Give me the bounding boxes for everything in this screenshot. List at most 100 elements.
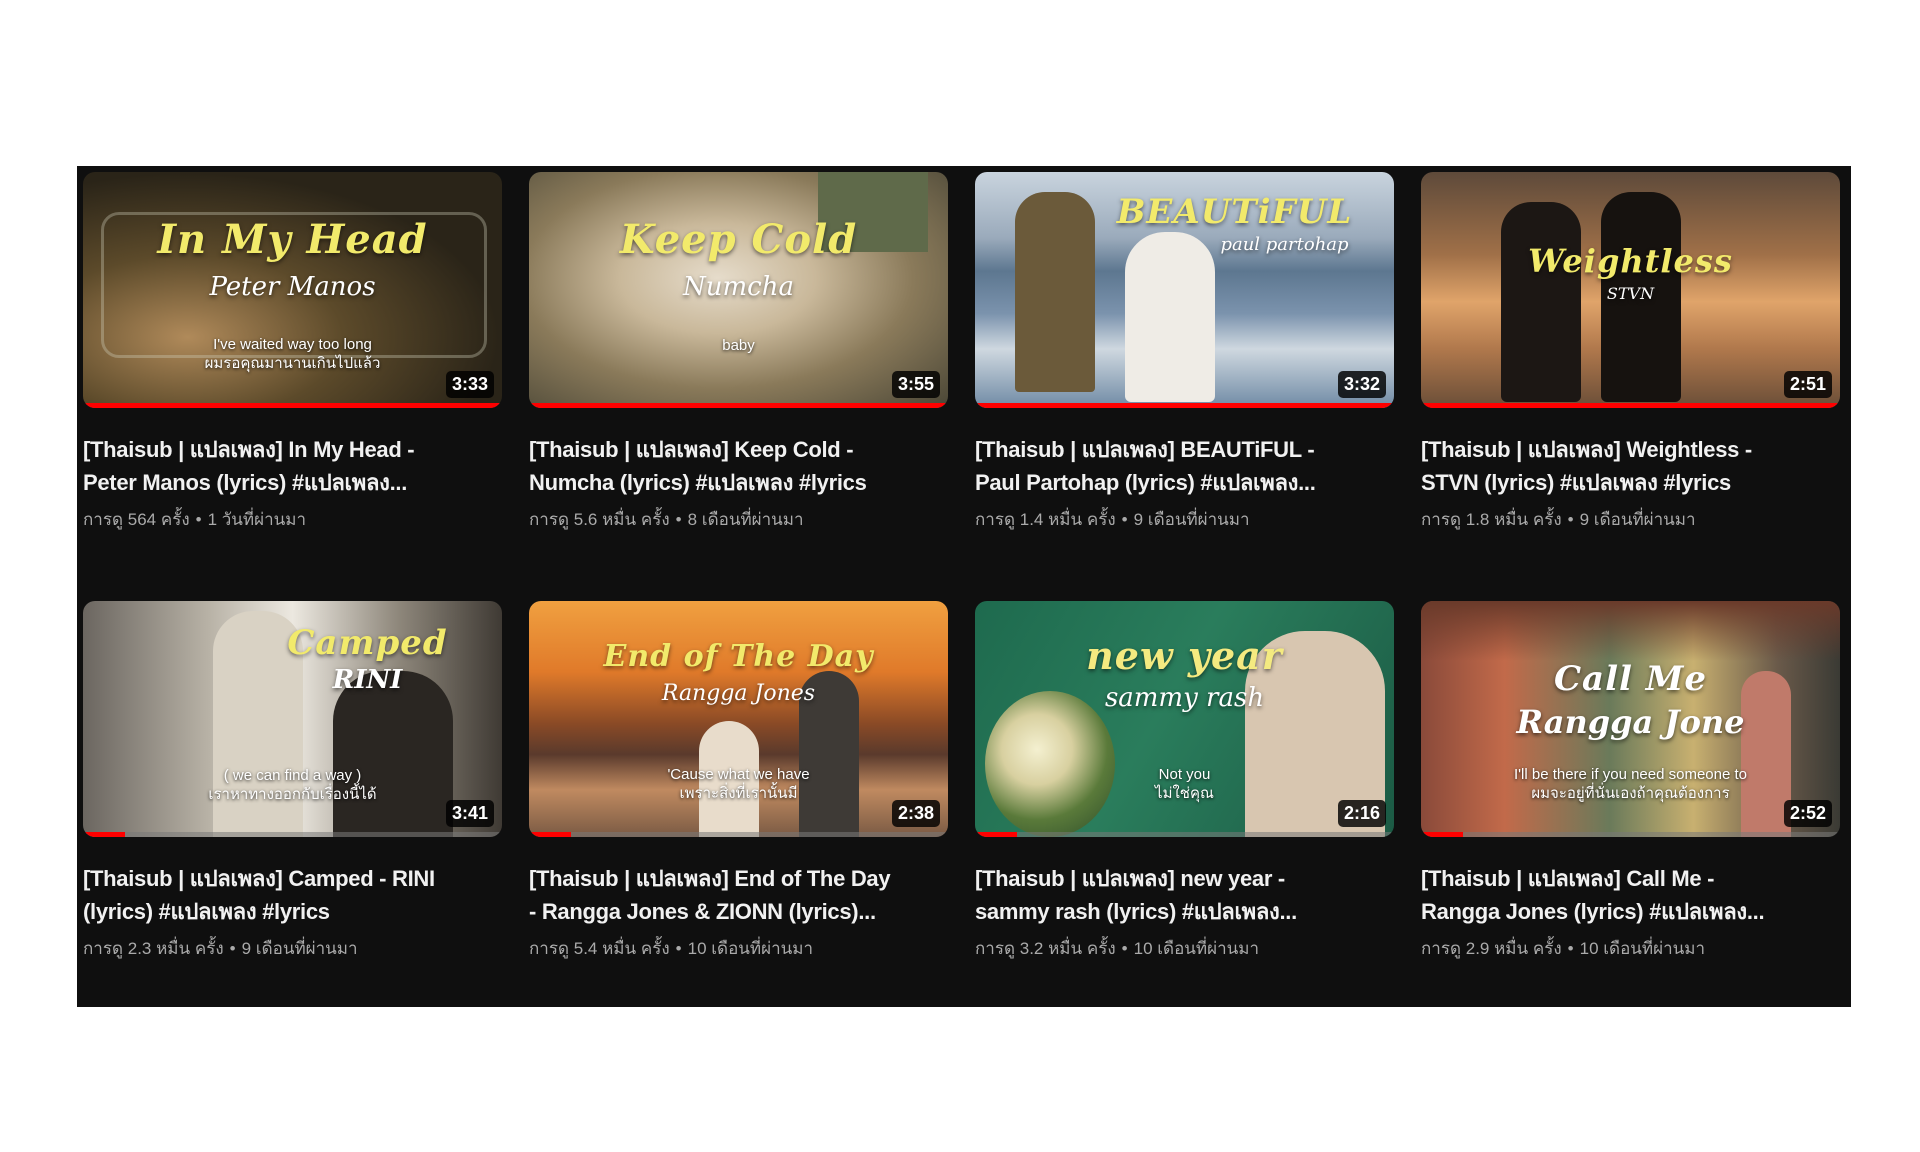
thumbnail-title-text: Camped [287,623,448,663]
video-card[interactable]: Keep Cold Numcha baby 3:55 [Thaisub | แป… [529,172,948,601]
video-title[interactable]: [Thaisub | แปลเพลง] End of The Day - Ran… [529,862,939,928]
video-title-line: [Thaisub | แปลเพลง] Keep Cold - [529,437,854,462]
video-title[interactable]: [Thaisub | แปลเพลง] new year - sammy ras… [975,862,1385,928]
watch-progress-bar [83,403,502,408]
upload-age: 10 เดือนที่ผ่านมา [687,939,814,958]
video-title-line: [Thaisub | แปลเพลง] End of The Day [529,866,891,891]
upload-age: 9 เดือนที่ผ่านมา [1133,510,1250,529]
thumbnail-artist-text: Numcha [683,272,794,302]
video-title-line: [Thaisub | แปลเพลง] Weightless - [1421,437,1752,462]
lyric-line: ไม่ใช่คุณ [1155,785,1214,802]
thumbnail-lyric: ( we can find a way ) เราหาทางออกกับเรื่… [83,766,502,804]
view-count: การดู 5.6 หมื่น ครั้ง [529,510,670,529]
upload-age: 10 เดือนที่ผ่านมา [1579,939,1706,958]
separator-dot: • [675,939,682,958]
lyric-line: เพราะสิ่งที่เรานั้นมี [679,785,798,802]
lyric-line: ( we can find a way ) [223,767,362,784]
thumbnail-title-text: End of The Day [603,639,874,674]
thumbnail-title-text: Weightless [1528,242,1733,280]
video-card[interactable]: Camped RINI ( we can find a way ) เราหาท… [83,601,502,1030]
thumbnail-lyric: 'Cause what we have เพราะสิ่งที่เรานั้นม… [529,765,948,803]
video-thumbnail[interactable]: Keep Cold Numcha baby 3:55 [529,172,948,408]
video-title[interactable]: [Thaisub | แปลเพลง] Camped - RINI (lyric… [83,862,493,928]
duration-badge: 3:55 [891,371,940,398]
thumbnail-title-text: new year [1086,633,1283,678]
thumbnail-artist-text: Rangga Jone [1516,703,1745,741]
video-grid-panel: In My Head Peter Manos I've waited way t… [77,166,1851,1007]
separator-dot: • [1121,939,1128,958]
video-title[interactable]: [Thaisub | แปลเพลง] BEAUTiFUL - Paul Par… [975,433,1385,499]
watch-progress-track [975,832,1394,837]
video-title[interactable]: [Thaisub | แปลเพลง] Call Me - Rangga Jon… [1421,862,1831,928]
video-thumbnail[interactable]: Camped RINI ( we can find a way ) เราหาท… [83,601,502,837]
duration-badge: 2:51 [1783,371,1832,398]
watch-progress-bar [83,832,125,837]
thumbnail-lyric: baby [529,336,948,355]
separator-dot: • [1567,510,1574,529]
video-title-line: [Thaisub | แปลเพลง] new year - [975,866,1285,891]
video-card[interactable]: new year sammy rash Not you ไม่ใช่คุณ 2:… [975,601,1394,1030]
lyric-line: I'll be there if you need someone to [1513,766,1747,783]
lyric-line: I've waited way too long [213,336,372,353]
video-thumbnail[interactable]: new year sammy rash Not you ไม่ใช่คุณ 2:… [975,601,1394,837]
video-title-line: STVN (lyrics) #แปลเพลง #lyrics [1421,470,1731,495]
view-count: การดู 1.4 หมื่น ครั้ง [975,510,1116,529]
duration-badge: 3:41 [445,800,494,827]
video-title[interactable]: [Thaisub | แปลเพลง] Keep Cold - Numcha (… [529,433,939,499]
watch-progress-bar [975,403,1394,408]
video-thumbnail[interactable]: End of The Day Rangga Jones 'Cause what … [529,601,948,837]
figure-shape [333,671,453,837]
duration-badge: 2:16 [1337,800,1386,827]
video-thumbnail[interactable]: BEAUTiFUL paul partohap 3:32 [975,172,1394,408]
video-title-line: Rangga Jones (lyrics) #แปลเพลง... [1421,899,1765,924]
view-count: การดู 3.2 หมื่น ครั้ง [975,939,1116,958]
thumbnail-artist-text: paul partohap [1220,234,1349,255]
video-title-line: [Thaisub | แปลเพลง] In My Head - [83,437,415,462]
video-grid: In My Head Peter Manos I've waited way t… [83,172,1840,1030]
video-title[interactable]: [Thaisub | แปลเพลง] In My Head - Peter M… [83,433,493,499]
upload-age: 1 วันที่ผ่านมา [207,510,307,529]
lyric-line: เราหาทางออกกับเรื่องนี้ได้ [208,786,377,803]
video-card[interactable]: In My Head Peter Manos I've waited way t… [83,172,502,601]
lyric-line: 'Cause what we have [667,766,810,783]
thumbnail-title-text: BEAUTiFUL [1116,192,1353,232]
video-card[interactable]: End of The Day Rangga Jones 'Cause what … [529,601,948,1030]
figure-shape [1125,232,1215,402]
separator-dot: • [229,939,236,958]
video-meta: การดู 3.2 หมื่น ครั้ง • 10 เดือนที่ผ่านมา [975,935,1394,962]
video-meta: การดู 564 ครั้ง • 1 วันที่ผ่านมา [83,506,502,533]
duration-badge: 2:38 [891,800,940,827]
video-title-line: Paul Partohap (lyrics) #แปลเพลง... [975,470,1316,495]
watch-progress-bar [529,403,948,408]
video-card[interactable]: BEAUTiFUL paul partohap 3:32 [Thaisub | … [975,172,1394,601]
upload-age: 8 เดือนที่ผ่านมา [687,510,804,529]
upload-age: 10 เดือนที่ผ่านมา [1133,939,1260,958]
video-title-line: [Thaisub | แปลเพลง] Camped - RINI [83,866,435,891]
duration-badge: 3:33 [445,371,494,398]
view-count: การดู 5.4 หมื่น ครั้ง [529,939,670,958]
video-title-line: [Thaisub | แปลเพลง] Call Me - [1421,866,1715,891]
thumbnail-title-text: Call Me [1553,659,1708,699]
video-title-line: Peter Manos (lyrics) #แปลเพลง... [83,470,408,495]
upload-age: 9 เดือนที่ผ่านมา [1579,510,1696,529]
video-meta: การดู 2.3 หมื่น ครั้ง • 9 เดือนที่ผ่านมา [83,935,502,962]
video-title-line: (lyrics) #แปลเพลง #lyrics [83,899,330,924]
video-thumbnail[interactable]: Call Me Rangga Jone I'll be there if you… [1421,601,1840,837]
thumbnail-lyric: Not you ไม่ใช่คุณ [975,765,1394,803]
video-title[interactable]: [Thaisub | แปลเพลง] Weightless - STVN (l… [1421,433,1831,499]
video-thumbnail[interactable]: Weightless STVN 2:51 [1421,172,1840,408]
separator-dot: • [1567,939,1574,958]
video-title-line: Numcha (lyrics) #แปลเพลง #lyrics [529,470,867,495]
thumbnail-title-text: Keep Cold [619,216,858,263]
thumbnail-artist-text: STVN [1606,284,1655,303]
video-thumbnail[interactable]: In My Head Peter Manos I've waited way t… [83,172,502,408]
video-meta: การดู 1.8 หมื่น ครั้ง • 9 เดือนที่ผ่านมา [1421,506,1840,533]
video-card[interactable]: Weightless STVN 2:51 [Thaisub | แปลเพลง]… [1421,172,1840,601]
video-card[interactable]: Call Me Rangga Jone I'll be there if you… [1421,601,1840,1030]
thumbnail-artist-text: Peter Manos [209,272,376,302]
separator-dot: • [195,510,202,529]
lyric-line: ผมจะอยู่ที่นั่นเองถ้าคุณต้องการ [1531,785,1730,802]
lyric-line: Not you [1158,766,1211,783]
thumbnail-lyric: I'll be there if you need someone to ผมจ… [1421,765,1840,803]
watch-progress-track [1421,832,1840,837]
